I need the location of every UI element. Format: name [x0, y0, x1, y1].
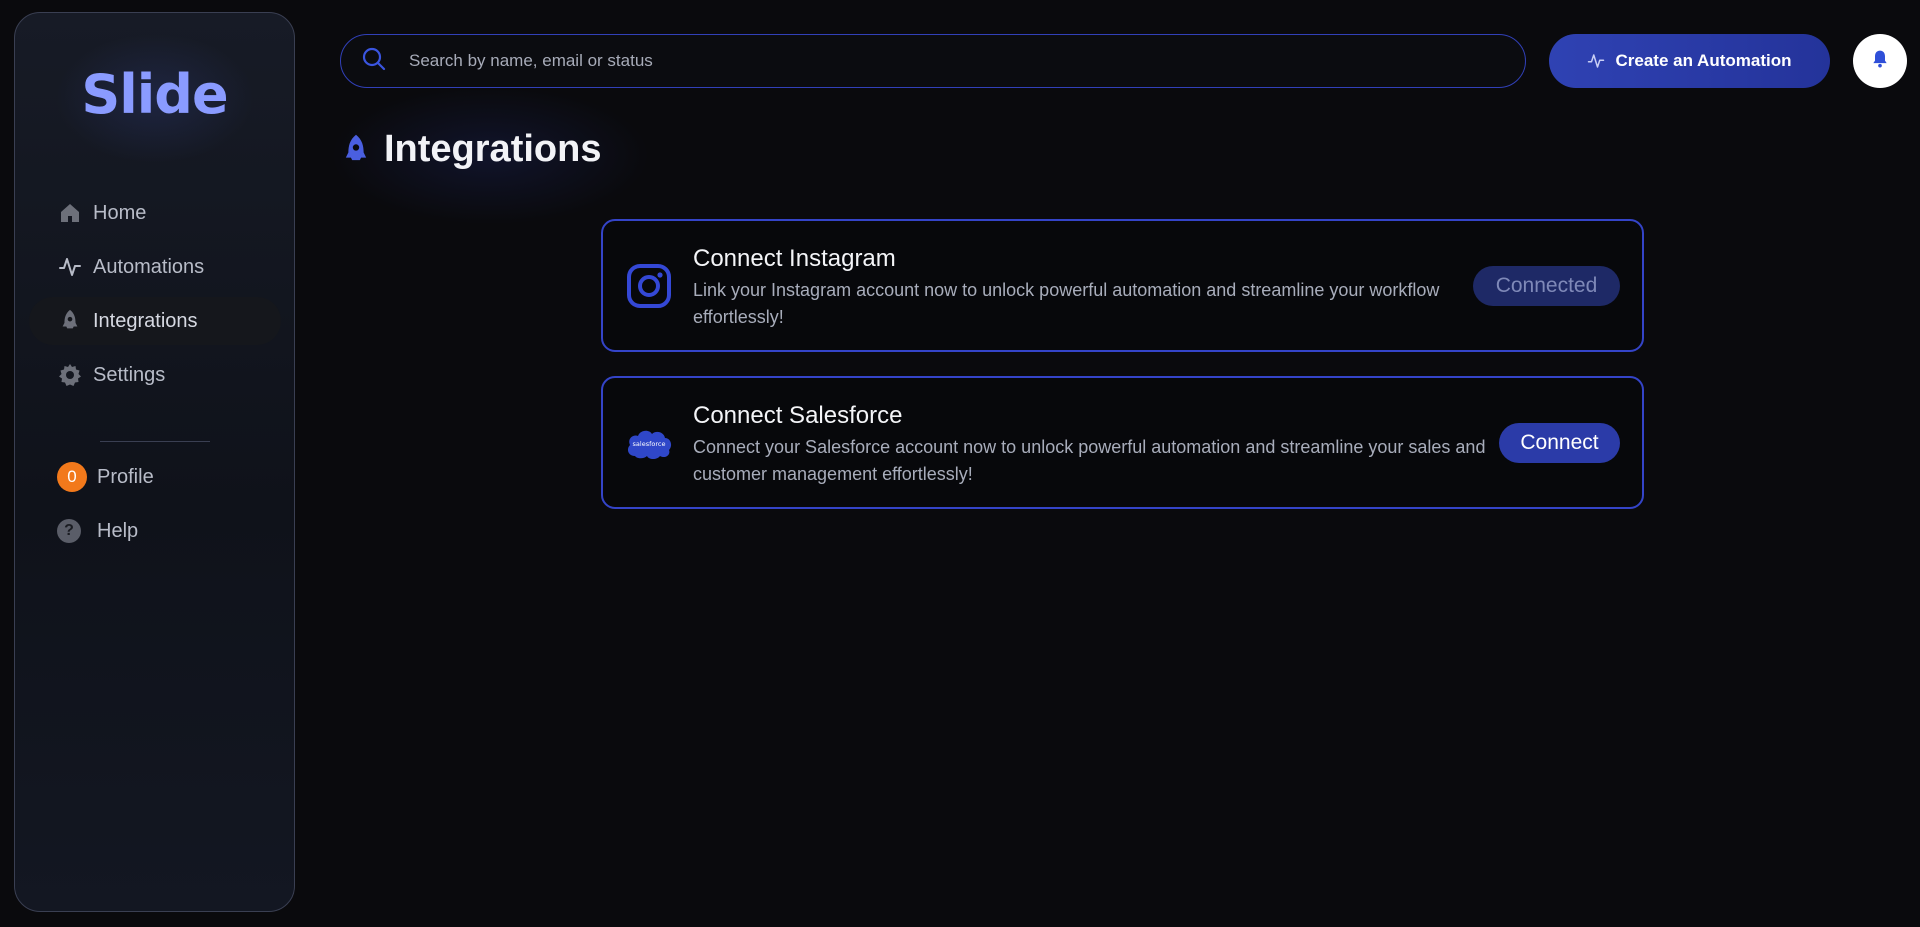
- rocket-icon: [57, 308, 83, 334]
- bell-icon: [1870, 49, 1890, 74]
- sidebar-secondary-nav: 0 Profile ? Help: [29, 453, 281, 561]
- integration-card-salesforce: salesforce Connect Salesforce Connect yo…: [601, 376, 1644, 509]
- svg-text:salesforce: salesforce: [633, 440, 666, 448]
- notifications-button[interactable]: [1853, 34, 1907, 88]
- instagram-icon: [625, 262, 673, 310]
- sidebar-item-profile[interactable]: 0 Profile: [29, 453, 281, 501]
- sidebar-item-help[interactable]: ? Help: [29, 507, 281, 555]
- page-header: Integrations: [342, 128, 601, 171]
- connect-button[interactable]: Connect: [1499, 423, 1620, 463]
- sidebar-item-label: Help: [97, 519, 139, 542]
- activity-icon: [57, 254, 83, 280]
- create-automation-label: Create an Automation: [1615, 51, 1792, 70]
- sidebar-item-label: Settings: [93, 363, 166, 386]
- integration-title: Connect Salesforce: [693, 402, 903, 429]
- help-icon: ?: [57, 519, 81, 543]
- integration-description: Link your Instagram account now to unloc…: [693, 280, 1440, 327]
- sidebar: Slide Home Automations Integrations Sett…: [14, 12, 295, 912]
- sidebar-item-label: Profile: [97, 465, 154, 488]
- home-icon: [57, 200, 83, 226]
- connected-status-button: Connected: [1473, 266, 1620, 306]
- gear-icon: [57, 362, 83, 388]
- sidebar-nav: Home Automations Integrations Settings: [29, 189, 281, 405]
- sidebar-divider: [100, 441, 210, 442]
- avatar: 0: [57, 462, 87, 492]
- app-logo[interactable]: Slide: [15, 63, 294, 126]
- sidebar-item-label: Automations: [93, 255, 205, 278]
- search-input[interactable]: [409, 51, 1489, 71]
- integration-card-instagram: Connect Instagram Link your Instagram ac…: [601, 219, 1644, 352]
- sidebar-item-label: Integrations: [93, 309, 198, 332]
- salesforce-icon: salesforce: [625, 419, 673, 467]
- rocket-icon: [342, 133, 372, 167]
- search-icon: [361, 46, 387, 77]
- activity-icon: [1587, 52, 1605, 70]
- integration-title: Connect Instagram: [693, 245, 896, 272]
- create-automation-button[interactable]: Create an Automation: [1549, 34, 1830, 88]
- sidebar-item-settings[interactable]: Settings: [29, 351, 281, 399]
- page-title: Integrations: [384, 128, 602, 170]
- sidebar-item-integrations[interactable]: Integrations: [29, 297, 281, 345]
- sidebar-item-automations[interactable]: Automations: [29, 243, 281, 291]
- sidebar-item-home[interactable]: Home: [29, 189, 281, 237]
- search-bar[interactable]: [340, 34, 1526, 88]
- sidebar-item-label: Home: [93, 201, 147, 224]
- integration-description: Connect your Salesforce account now to u…: [693, 437, 1486, 484]
